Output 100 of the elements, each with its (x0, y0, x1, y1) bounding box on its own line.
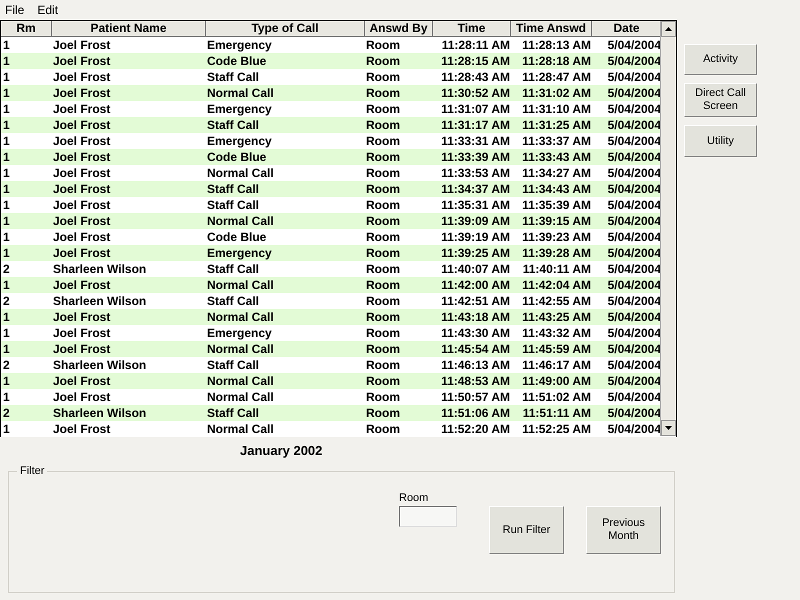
table-cell-text: 5/04/2004 (606, 53, 662, 69)
table-cell-text: Normal Call (206, 85, 275, 101)
table-cell-text: Joel Frost (52, 245, 112, 261)
table-cell-text: Room (365, 405, 401, 421)
table-cell-text: 5/04/2004 (606, 293, 662, 309)
table-cell-text: Room (365, 85, 401, 101)
table-cell-text: 1 (2, 53, 11, 69)
table-cell-text: 11:42:00 AM (440, 277, 511, 293)
side-button[interactable]: Direct Call Screen (684, 83, 757, 117)
table-cell-text: Joel Frost (52, 389, 112, 405)
table-cell-text: Room (365, 293, 401, 309)
table-cell-text: Normal Call (206, 277, 275, 293)
table-cell-text: Staff Call (206, 293, 260, 309)
table-cell-text: 5/04/2004 (606, 421, 662, 437)
table-cell-text: 5/04/2004 (606, 149, 662, 165)
table-cell-text: 11:45:59 AM (521, 341, 592, 357)
table-cell-text: Room (365, 165, 401, 181)
table-cell-text: 1 (2, 197, 11, 213)
table-cell-text: 11:52:25 AM (521, 421, 592, 437)
table-cell-text: 11:28:18 AM (521, 53, 592, 69)
side-button[interactable]: Utility (684, 125, 757, 157)
table-cell-text: 5/04/2004 (606, 389, 662, 405)
table-cell-text: Joel Frost (52, 165, 112, 181)
table-cell-text: Joel Frost (52, 309, 112, 325)
up-arrow-icon (665, 27, 672, 31)
column-header[interactable]: Rm (1, 21, 52, 37)
table-cell-text: 1 (2, 133, 11, 149)
table-cell-text: Joel Frost (52, 53, 112, 69)
table-cell-text: Room (365, 325, 401, 341)
scroll-up-button[interactable] (661, 21, 676, 37)
table-cell-text: 5/04/2004 (606, 181, 662, 197)
table-cell-text: Joel Frost (52, 197, 112, 213)
table-cell-text: Sharleen Wilson (52, 261, 148, 277)
table-cell-text: 11:28:13 AM (521, 37, 592, 53)
column-header[interactable]: Answd By (365, 21, 433, 37)
column-header[interactable]: Patient Name (52, 21, 206, 37)
table-cell-text: 5/04/2004 (606, 229, 662, 245)
table-cell-text: 1 (2, 373, 11, 389)
table-cell-text: 1 (2, 341, 11, 357)
table-cell-text: 11:46:17 AM (521, 357, 592, 373)
table-cell-text: 1 (2, 181, 11, 197)
table-cell-text: Emergency (206, 101, 273, 117)
table-cell-text: Joel Frost (52, 213, 112, 229)
table-cell-text: 1 (2, 309, 11, 325)
table-cell-text: 11:52:20 AM (440, 421, 511, 437)
column-header[interactable]: Type of Call (206, 21, 365, 37)
table-cell-text: 11:39:09 AM (440, 213, 511, 229)
table-cell-text: 5/04/2004 (606, 341, 662, 357)
table-cell-text: 11:34:37 AM (440, 181, 511, 197)
table-cell-text: 1 (2, 85, 11, 101)
table-cell-text: 11:31:25 AM (521, 117, 592, 133)
scroll-down-button[interactable] (661, 420, 676, 436)
table-cell-text: 11:43:30 AM (440, 325, 511, 341)
column-header[interactable]: Date (592, 21, 662, 37)
side-button[interactable]: Activity (684, 44, 757, 75)
table-cell-text: Room (365, 37, 401, 53)
table-cell-text: 2 (2, 261, 11, 277)
table-cell-text: 11:34:27 AM (521, 165, 592, 181)
table-cell-text: 11:39:19 AM (440, 229, 511, 245)
table-cell-text: 5/04/2004 (606, 261, 662, 277)
column-header[interactable]: Time (433, 21, 511, 37)
table-cell-text: Room (365, 261, 401, 277)
table-cell-text: 1 (2, 117, 11, 133)
menu-item[interactable]: File (5, 1, 24, 19)
column-header[interactable]: Time Answd (511, 21, 592, 37)
table-cell-text: 5/04/2004 (606, 133, 662, 149)
filter-button[interactable]: Previous Month (586, 506, 661, 554)
table-cell-text: 5/04/2004 (606, 245, 662, 261)
table-cell-text: 11:48:53 AM (440, 373, 511, 389)
table-cell-text: Sharleen Wilson (52, 357, 148, 373)
table-cell-text: 11:46:13 AM (440, 357, 511, 373)
table-cell-text: Staff Call (206, 117, 260, 133)
scrollbar[interactable] (660, 21, 676, 436)
room-input-field[interactable] (399, 506, 457, 527)
table-cell-text: Emergency (206, 325, 273, 341)
down-arrow-icon (665, 426, 672, 430)
table-cell-text: 11:43:25 AM (521, 309, 592, 325)
table-cell-text: Staff Call (206, 261, 260, 277)
table-cell-text: 11:43:32 AM (521, 325, 592, 341)
table-cell-text: 11:35:31 AM (440, 197, 511, 213)
table-cell-text: 2 (2, 357, 11, 373)
table-cell-text: Joel Frost (52, 373, 112, 389)
table-cell-text: 5/04/2004 (606, 197, 662, 213)
table-cell-text: Room (365, 181, 401, 197)
table-cell-text: 2 (2, 293, 11, 309)
table-cell-text: 5/04/2004 (606, 309, 662, 325)
table-cell-text: Normal Call (206, 373, 275, 389)
table-cell-text: 11:42:55 AM (521, 293, 592, 309)
table-cell-text: 11:28:43 AM (440, 69, 511, 85)
table-cell-text: Room (365, 389, 401, 405)
filter-button[interactable]: Run Filter (489, 506, 564, 554)
table-cell-text: 1 (2, 149, 11, 165)
table-cell-text: Joel Frost (52, 101, 112, 117)
table-cell-text: 11:33:39 AM (440, 149, 511, 165)
table-cell-text: Joel Frost (52, 69, 112, 85)
table-cell-text: 11:33:31 AM (440, 133, 511, 149)
table-cell-text: Normal Call (206, 213, 275, 229)
table-cell-text: 5/04/2004 (606, 405, 662, 421)
table-cell-text: Code Blue (206, 229, 268, 245)
menu-item[interactable]: Edit (37, 1, 58, 19)
